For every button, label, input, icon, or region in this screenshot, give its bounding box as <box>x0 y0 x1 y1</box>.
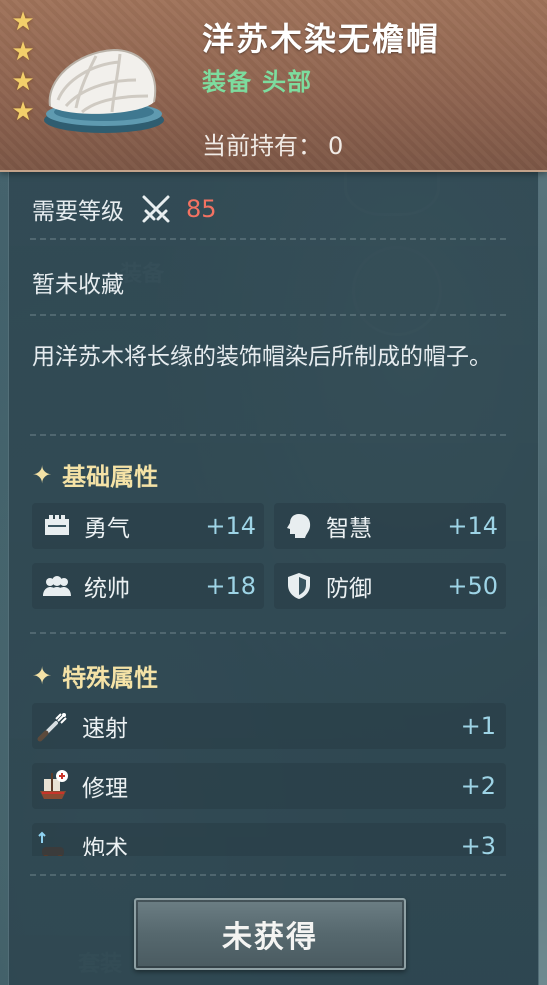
special-attribute-value: +1 <box>460 712 496 740</box>
attribute-label: 统帅 <box>84 576 130 602</box>
attribute-wisdom: 智慧 +14 <box>274 503 506 549</box>
owned-count: 当前持有： 0 <box>202 126 343 161</box>
attribute-defense: 防御 +50 <box>274 563 506 609</box>
repair-ship-icon <box>40 770 68 799</box>
base-attributes-title: ✦ 基础属性 <box>32 457 158 492</box>
special-attributes-scroll-clip: 炮术 +3 <box>0 820 547 856</box>
cannon-icon <box>38 831 64 856</box>
special-attribute-gunnery: 炮术 +3 <box>32 823 506 856</box>
star-rating: ★ ★ ★ ★ <box>9 8 37 128</box>
divider <box>30 874 506 876</box>
attribute-label: 勇气 <box>84 516 130 542</box>
item-slot: 头部 <box>262 68 312 96</box>
star-icon: ★ <box>11 37 35 67</box>
special-attribute-value: +3 <box>460 832 496 856</box>
rapid-fire-icon <box>37 713 67 742</box>
attribute-courage: 勇气 +14 <box>32 503 264 549</box>
attribute-value: +14 <box>205 512 256 540</box>
attribute-value: +18 <box>205 572 256 600</box>
divider <box>30 238 506 240</box>
level-label: 需要等级 <box>32 199 124 225</box>
hat-item-icon <box>44 48 164 133</box>
special-attribute-label: 速射 <box>82 716 128 742</box>
star-icon: ★ <box>11 7 35 37</box>
attribute-value: +50 <box>447 572 498 600</box>
item-description: 用洋苏木将长缘的装饰帽染后所制成的帽子。 <box>32 344 492 370</box>
level-value: 85 <box>186 195 217 223</box>
crossed-swords-icon <box>142 195 170 223</box>
item-type: 装备 头部 <box>202 62 312 97</box>
wisdom-icon <box>284 511 314 541</box>
item-header: ★ ★ ★ ★ 洋苏木染无檐帽 装备 头部 当前持有： 0 <box>0 0 547 172</box>
attribute-command: 统帅 +18 <box>32 563 264 609</box>
not-obtained-button[interactable]: 未获得 <box>134 898 406 970</box>
item-name: 洋苏木染无檐帽 <box>202 20 441 58</box>
special-attribute-label: 修理 <box>82 776 128 802</box>
collection-status: 暂未收藏 <box>32 272 124 298</box>
special-attribute-rapid-fire: 速射 +1 <box>32 703 506 749</box>
star-icon: ★ <box>11 67 35 97</box>
divider <box>30 314 506 316</box>
attribute-value: +14 <box>447 512 498 540</box>
special-attribute-label: 炮术 <box>82 836 128 856</box>
section-title-text: 基础属性 <box>62 463 159 491</box>
special-attribute-value: +2 <box>460 772 496 800</box>
star-icon: ★ <box>11 97 35 127</box>
owned-value: 0 <box>328 132 344 160</box>
divider <box>30 632 506 634</box>
shield-icon <box>284 571 314 601</box>
command-icon <box>42 571 72 601</box>
sparkle-icon: ✦ <box>32 661 53 690</box>
divider <box>30 434 506 436</box>
attribute-label: 防御 <box>326 576 372 602</box>
special-attribute-repair: 修理 +2 <box>32 763 506 809</box>
level-requirement: 需要等级 85 <box>32 192 217 226</box>
sparkle-icon: ✦ <box>32 460 53 489</box>
special-attributes-title: ✦ 特殊属性 <box>32 658 158 693</box>
item-category: 装备 <box>202 68 252 96</box>
courage-icon <box>42 511 72 541</box>
owned-label: 当前持有： <box>202 132 322 160</box>
section-title-text: 特殊属性 <box>62 664 159 692</box>
attribute-label: 智慧 <box>326 516 372 542</box>
